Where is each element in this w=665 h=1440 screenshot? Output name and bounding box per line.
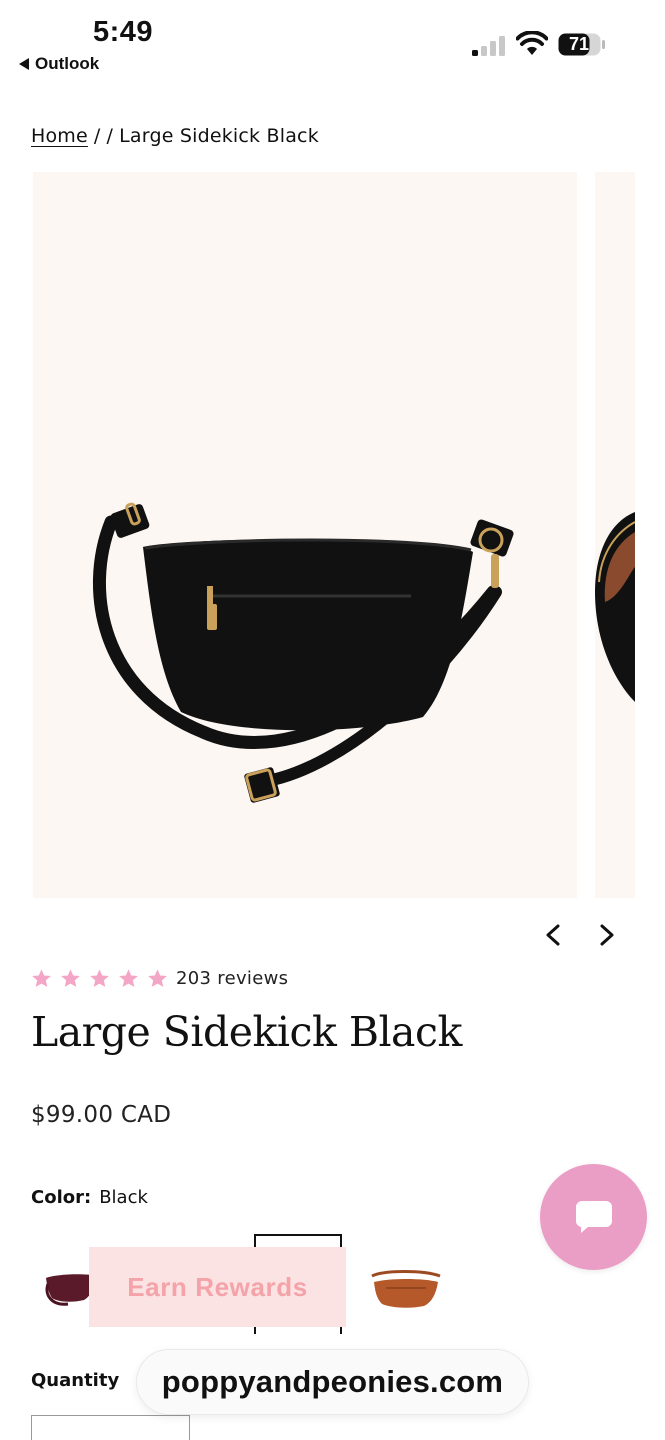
star-rating — [31, 968, 168, 989]
browser-url-pill[interactable]: poppyandpeonies.com — [137, 1350, 528, 1414]
cognac-bag-thumbnail — [371, 1270, 441, 1308]
product-image-next-peek[interactable] — [595, 172, 635, 898]
star-icon — [90, 969, 109, 987]
star-icon — [32, 969, 51, 987]
chevron-right-icon[interactable] — [594, 920, 620, 950]
product-title: Large Sidekick Black — [31, 1008, 462, 1056]
breadcrumb-separator: / — [93, 125, 101, 147]
breadcrumb: Home / / Large Sidekick Black — [31, 125, 319, 147]
chat-button[interactable] — [540, 1164, 647, 1270]
color-value: Black — [99, 1187, 148, 1208]
product-rating[interactable]: 203 reviews — [31, 968, 288, 989]
belt-bag-image — [93, 502, 514, 803]
back-to-app-link[interactable]: Outlook — [19, 54, 99, 74]
breadcrumb-separator: / — [106, 125, 114, 147]
product-image-main[interactable] — [33, 172, 577, 898]
cellular-signal-icon — [472, 36, 506, 56]
reviews-count-link[interactable]: 203 reviews — [176, 968, 288, 989]
status-time: 5:49 — [93, 16, 154, 48]
star-icon — [148, 969, 167, 987]
belt-bag-interior-image — [595, 512, 635, 702]
color-label: Color: — [31, 1187, 92, 1208]
back-app-label: Outlook — [35, 54, 100, 73]
star-icon — [61, 969, 80, 987]
quantity-label: Quantity — [31, 1370, 120, 1391]
earn-rewards-button[interactable]: Earn Rewards — [89, 1247, 346, 1327]
back-triangle-icon — [19, 58, 29, 70]
star-icon — [119, 969, 138, 987]
wifi-icon — [516, 31, 548, 55]
battery-percent: 71 — [568, 34, 590, 54]
product-price: $99.00 CAD — [31, 1102, 172, 1128]
status-bar: 5:49 Outlook 71 — [0, 0, 665, 85]
color-swatch-cognac[interactable] — [364, 1240, 446, 1332]
quantity-stepper[interactable] — [31, 1415, 190, 1440]
breadcrumb-current: Large Sidekick Black — [119, 125, 319, 147]
breadcrumb-home-link[interactable]: Home — [31, 125, 88, 147]
chat-bubble-icon — [575, 1201, 612, 1233]
chevron-left-icon[interactable] — [540, 920, 566, 950]
color-selector-label: Color: Black — [31, 1187, 148, 1208]
